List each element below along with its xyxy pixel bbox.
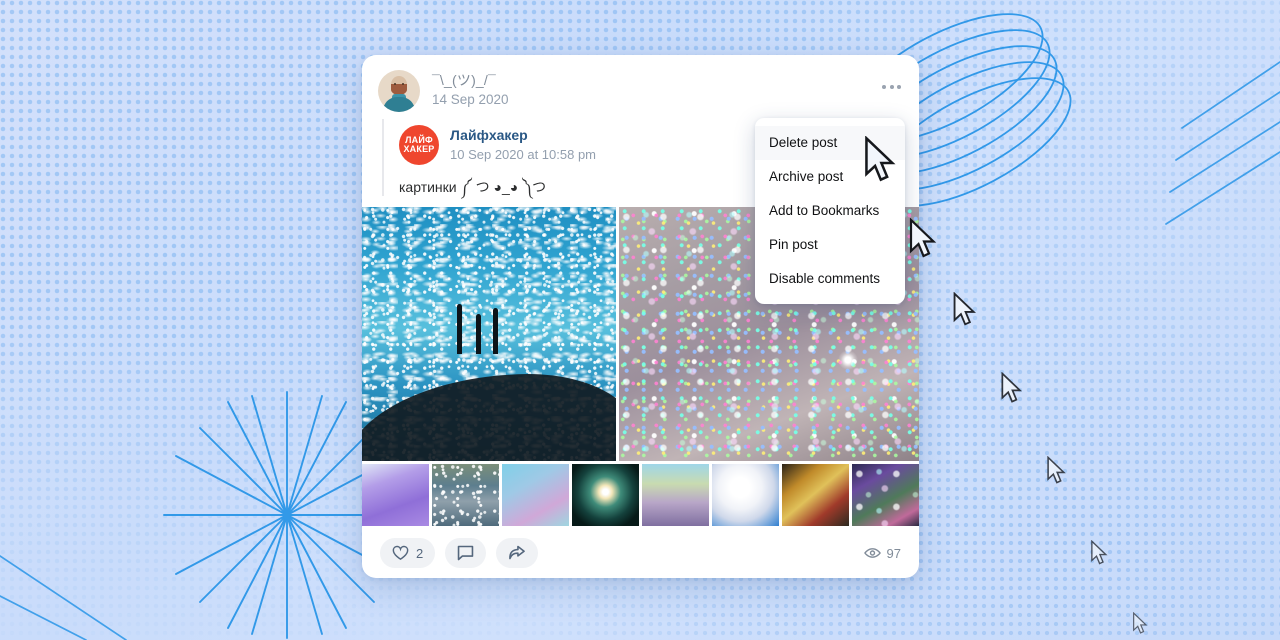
eye-icon — [863, 548, 881, 558]
logo-line-2: ХАКЕР — [403, 144, 435, 154]
gallery-thumb-8[interactable] — [852, 464, 919, 526]
gallery-thumb-3[interactable] — [502, 464, 569, 526]
gallery-thumb-6[interactable] — [712, 464, 779, 526]
gallery-thumb-4[interactable] — [572, 464, 639, 526]
heart-icon — [392, 545, 409, 560]
share-button[interactable] — [496, 538, 539, 568]
cursor-on-menu — [863, 135, 898, 192]
repost-date: 10 Sep 2020 at 10:58 pm — [450, 147, 597, 162]
avatar[interactable] — [378, 70, 420, 112]
photo-silhouettes — [453, 303, 509, 355]
post-date: 14 Sep 2020 — [432, 92, 509, 107]
avatar-eye-left — [394, 83, 396, 85]
repost-source-name[interactable]: Лайфхакер — [450, 127, 596, 144]
post-actions: 2 97 — [362, 528, 919, 578]
gallery-thumb-2[interactable] — [432, 464, 499, 526]
ellipsis-dot — [889, 85, 894, 89]
author-name[interactable]: ¯\_(ツ)_/¯ — [432, 71, 509, 89]
ellipsis-dot — [897, 85, 901, 89]
gallery-thumb-1[interactable] — [362, 464, 429, 526]
avatar-body — [383, 97, 415, 112]
like-count: 2 — [416, 545, 424, 561]
post-header-text: ¯\_(ツ)_/¯ 14 Sep 2020 — [432, 70, 509, 109]
cursor-trail-2 — [952, 291, 978, 334]
cursor-trail-4 — [1046, 455, 1067, 490]
ellipsis-dot — [882, 85, 886, 89]
ellipsis-icon[interactable] — [882, 85, 901, 89]
cursor-trail-1 — [908, 217, 938, 267]
view-count: 97 — [886, 545, 901, 561]
post-header: ¯\_(ツ)_/¯ 14 Sep 2020 — [362, 55, 919, 115]
menu-item-disable-comments[interactable]: Disable comments — [755, 262, 905, 296]
gallery-thumb-7[interactable] — [782, 464, 849, 526]
like-button[interactable]: 2 — [380, 538, 436, 568]
photo-highlight — [835, 346, 861, 373]
avatar-eye-right — [402, 83, 404, 85]
comment-icon — [457, 545, 474, 561]
repost-meta: Лайфхакер 10 Sep 2020 at 10:58 pm — [450, 127, 596, 163]
cursor-trail-3 — [1000, 371, 1023, 410]
gallery-row-thumbnails — [362, 464, 919, 526]
cursor-trail-6 — [1132, 611, 1149, 639]
menu-item-add-to-bookmarks[interactable]: Add to Bookmarks — [755, 194, 905, 228]
menu-item-pin-post[interactable]: Pin post — [755, 228, 905, 262]
lifehacker-logo[interactable]: ЛАЙФ ХАКЕР — [399, 125, 439, 165]
screenshot-canvas: ¯\_(ツ)_/¯ 14 Sep 2020 ЛАЙФ ХАКЕР Лайфхак… — [0, 0, 1280, 640]
gallery-photo-large-1[interactable] — [362, 207, 616, 461]
comment-button[interactable] — [445, 538, 487, 568]
cursor-trail-5 — [1090, 539, 1109, 570]
gallery-thumb-5[interactable] — [642, 464, 709, 526]
share-icon — [509, 545, 526, 560]
view-counter: 97 — [863, 545, 901, 561]
